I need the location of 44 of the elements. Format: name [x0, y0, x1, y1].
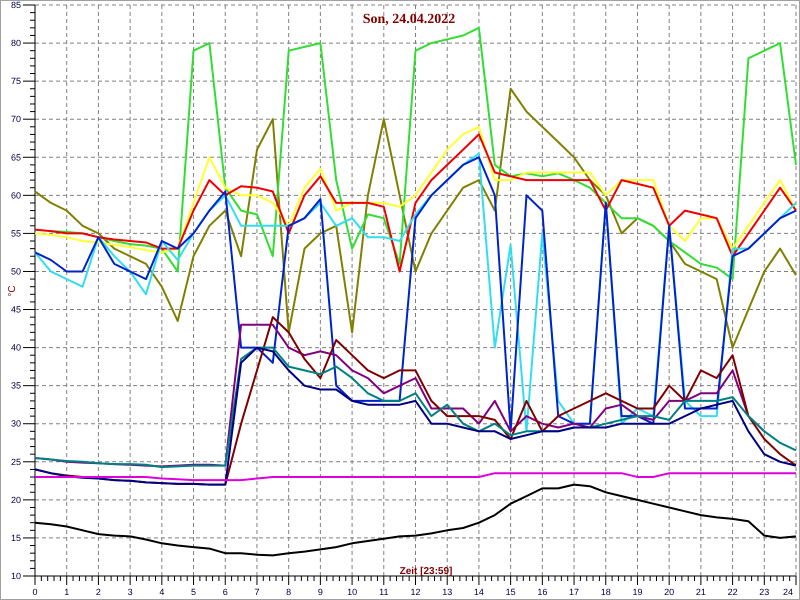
x-tick-label: 15 [506, 587, 516, 597]
x-tick-label: 2 [96, 587, 101, 597]
y-tick-label: 60 [10, 190, 21, 200]
y-tick-label: 70 [10, 114, 21, 124]
x-tick-label: 21 [696, 587, 706, 597]
x-tick-label: 7 [254, 587, 260, 597]
y-tick-label: 10 [10, 571, 21, 581]
x-tick-label: 16 [537, 587, 548, 597]
x-tick-label: 11 [379, 587, 388, 597]
y-tick-label: 15 [10, 532, 21, 543]
y-tick-label: 35 [10, 380, 21, 391]
y-axis-label: °C [7, 285, 18, 297]
y-tick-label: 30 [10, 418, 21, 429]
x-tick-label: 6 [222, 587, 228, 597]
x-tick-label: 12 [410, 587, 420, 597]
y-tick-label: 45 [10, 304, 21, 315]
x-tick-label: 10 [347, 587, 358, 597]
x-tick-label: 22 [728, 587, 738, 597]
x-tick-label: 19 [632, 587, 642, 597]
y-tick-label: 75 [10, 76, 21, 86]
y-tick-label: 85 [10, 1, 21, 10]
y-tick-label: 25 [10, 456, 21, 467]
x-tick-label: 5 [191, 587, 196, 597]
x-tick-label: 4 [159, 587, 164, 597]
y-tick-label: 65 [10, 152, 21, 162]
y-tick-label: 40 [10, 342, 21, 353]
x-tick-label: 3 [128, 587, 133, 597]
x-tick-label: 9 [318, 587, 323, 597]
y-tick-label: 55 [10, 228, 21, 238]
x-tick-label: 1 [64, 587, 70, 597]
x-tick-label: 17 [569, 587, 580, 597]
x-tick-label: 8 [286, 587, 292, 597]
y-tick-label: 50 [10, 266, 21, 276]
x-axis-label: Zeit [23:59] [400, 566, 452, 577]
y-tick-label: 20 [10, 494, 21, 505]
x-tick-label: 20 [664, 587, 674, 597]
chart-title: Son, 24.04.2022 [362, 12, 456, 27]
x-tick-label: 23 [759, 587, 770, 597]
x-tick-label: 24 [783, 587, 793, 597]
x-tick-label: 14 [474, 587, 484, 597]
x-tick-label: 13 [442, 587, 452, 597]
x-tick-label: 18 [600, 587, 611, 597]
y-tick-label: 80 [10, 38, 21, 48]
x-tick-label: 0 [32, 587, 38, 597]
